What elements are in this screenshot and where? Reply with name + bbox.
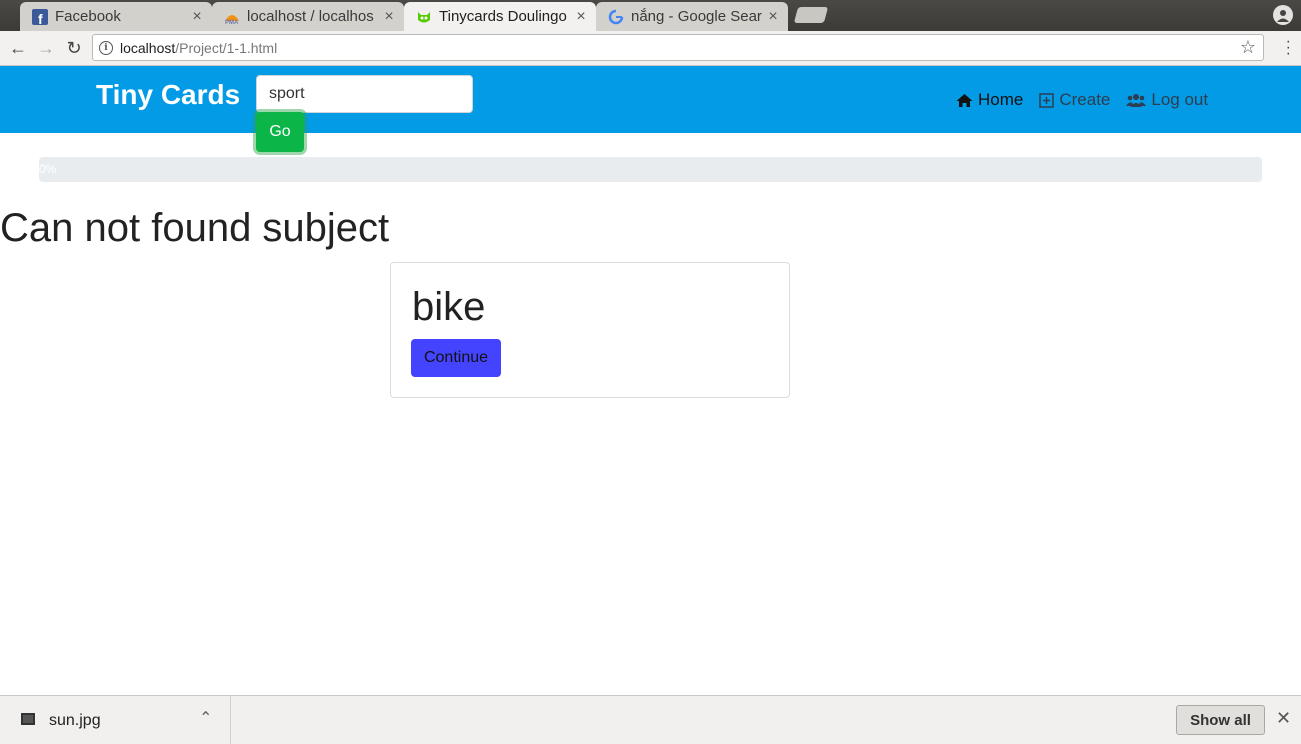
tab-close-icon[interactable]: × [764, 8, 782, 26]
site-navbar: Tiny Cards Home Create Log out [0, 66, 1301, 133]
url-path: /Project/1-1.html [175, 39, 278, 56]
tab-google-search[interactable]: nắng - Google Sear × [596, 2, 788, 31]
google-icon [608, 9, 624, 25]
bookmark-star-icon[interactable]: ☆ [1240, 37, 1256, 58]
new-tab-button[interactable] [793, 7, 829, 23]
svg-text:f: f [38, 11, 43, 25]
nav-link-create-label: Create [1059, 90, 1111, 109]
browser-tabstrip: f Facebook × PMA localhost / localhos × … [0, 0, 1301, 31]
search-input[interactable] [256, 75, 473, 113]
close-icon[interactable]: ✕ [1276, 708, 1291, 729]
users-icon [1126, 93, 1147, 107]
tab-title: Facebook [55, 8, 121, 25]
tab-title: nắng - Google Sear [631, 8, 762, 25]
forward-arrow-icon[interactable]: → [34, 37, 58, 59]
facebook-icon: f [32, 8, 48, 25]
browser-toolbar: ← → ↻ i localhost/Project/1-1.html ☆ · · · [0, 31, 1301, 66]
nav-links: Home Create Log out [956, 90, 1208, 110]
url-host: localhost [120, 39, 176, 56]
address-bar[interactable]: i localhost/Project/1-1.html ☆ [92, 34, 1264, 61]
home-icon [956, 93, 973, 107]
go-button[interactable]: Go [256, 112, 304, 152]
plus-square-icon [1039, 92, 1055, 108]
chevron-up-icon[interactable]: ⌃ [199, 708, 212, 728]
tab-phpmyadmin[interactable]: PMA localhost / localhos × [212, 2, 404, 31]
show-all-button[interactable]: Show all [1176, 705, 1265, 735]
tab-title: Tinycards Doulingo [439, 8, 567, 25]
tab-title: localhost / localhos [247, 8, 374, 25]
download-bar: sun.jpg ⌃ Show all ✕ [0, 695, 1301, 744]
reload-icon[interactable]: ↻ [62, 37, 86, 59]
tab-close-icon[interactable]: × [572, 8, 590, 26]
phpmyadmin-icon: PMA [224, 9, 240, 25]
progress-bar-track: 0% [39, 157, 1262, 182]
tab-facebook[interactable]: f Facebook × [20, 2, 212, 31]
download-item[interactable]: sun.jpg ⌃ [0, 696, 231, 744]
profile-icon[interactable] [1273, 5, 1293, 25]
browser-menu-icon[interactable]: · · · [1286, 34, 1291, 62]
tab-close-icon[interactable]: × [380, 8, 398, 26]
nav-link-home-label: Home [978, 90, 1024, 109]
svg-text:PMA: PMA [225, 20, 239, 25]
site-brand[interactable]: Tiny Cards [96, 79, 240, 111]
nav-link-logout-label: Log out [1151, 90, 1209, 109]
nav-link-home[interactable]: Home [956, 90, 1023, 110]
info-icon[interactable]: i [99, 40, 113, 55]
image-file-icon [21, 713, 35, 725]
continue-button[interactable]: Continue [411, 339, 501, 377]
card-word: bike [412, 285, 486, 329]
tab-tinycards[interactable]: Tinycards Doulingo × [404, 2, 596, 31]
progress-label: 0% [39, 162, 57, 176]
page-heading: Can not found subject [0, 206, 390, 250]
back-arrow-icon[interactable]: ← [6, 37, 30, 59]
nav-link-create[interactable]: Create [1039, 90, 1110, 110]
duolingo-owl-icon [416, 9, 432, 25]
download-file-name: sun.jpg [49, 712, 101, 729]
nav-link-logout[interactable]: Log out [1126, 90, 1208, 110]
tab-close-icon[interactable]: × [188, 8, 206, 26]
flashcard: bike Continue [390, 262, 790, 398]
